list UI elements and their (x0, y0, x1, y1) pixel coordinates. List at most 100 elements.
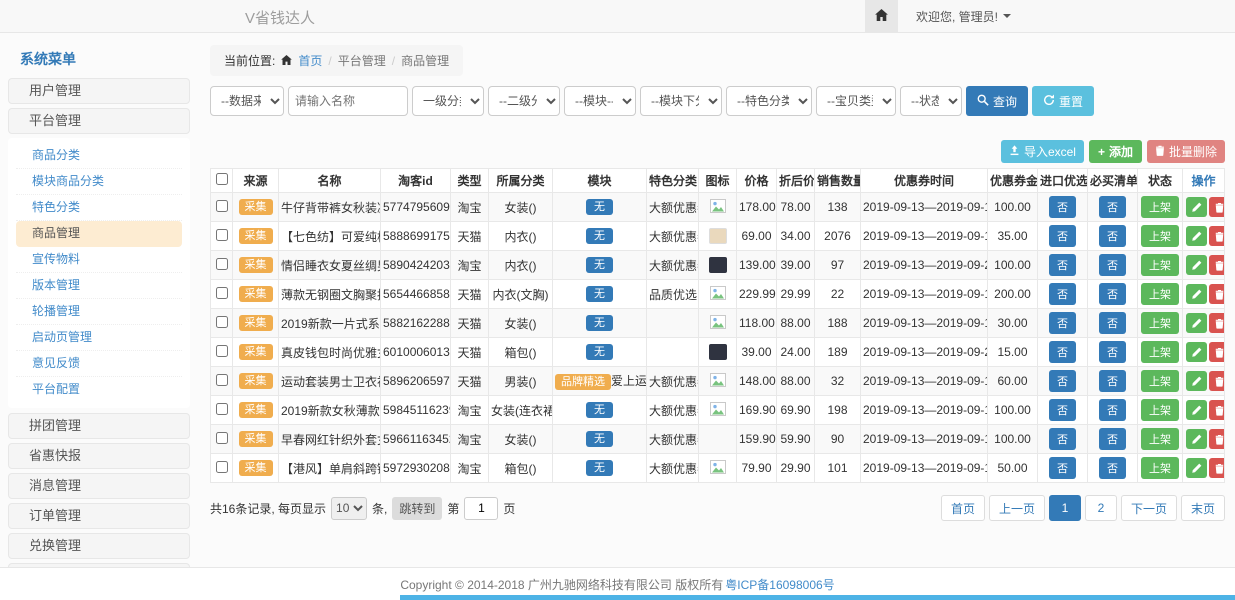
filter-category-1-select[interactable]: 一级分类 (412, 86, 484, 116)
row-checkbox[interactable] (216, 461, 228, 473)
import-select-toggle[interactable]: 否 (1049, 399, 1076, 421)
filter-module-select[interactable]: --模块-- (564, 86, 636, 116)
filter-feature-select[interactable]: --特色分类-- (726, 86, 812, 116)
import-select-toggle[interactable]: 否 (1049, 428, 1076, 450)
page-button-4[interactable]: 下一页 (1121, 495, 1177, 521)
delete-button[interactable] (1209, 226, 1225, 246)
status-button[interactable]: 上架 (1141, 283, 1179, 305)
must-buy-toggle[interactable]: 否 (1099, 196, 1126, 218)
sidebar-item-3[interactable]: 模块商品分类 (16, 169, 182, 195)
jump-page-input[interactable] (464, 497, 498, 520)
row-checkbox[interactable] (216, 200, 228, 212)
delete-button[interactable] (1209, 313, 1225, 333)
must-buy-toggle[interactable]: 否 (1099, 225, 1126, 247)
edit-button[interactable] (1186, 371, 1207, 391)
page-button-1[interactable]: 上一页 (989, 495, 1045, 521)
import-select-toggle[interactable]: 否 (1049, 312, 1076, 334)
edit-button[interactable] (1186, 284, 1207, 304)
row-checkbox[interactable] (216, 345, 228, 357)
must-buy-toggle[interactable]: 否 (1099, 370, 1126, 392)
sidebar-item-5[interactable]: 商品管理 (16, 221, 182, 247)
import-select-toggle[interactable]: 否 (1049, 341, 1076, 363)
page-size-select[interactable]: 10 (331, 497, 367, 520)
import-select-toggle[interactable]: 否 (1049, 196, 1076, 218)
status-button[interactable]: 上架 (1141, 225, 1179, 247)
page-button-5[interactable]: 末页 (1181, 495, 1225, 521)
edit-button[interactable] (1186, 226, 1207, 246)
sidebar-item-7[interactable]: 版本管理 (16, 273, 182, 299)
select-all-checkbox[interactable] (216, 173, 228, 185)
sidebar-item-8[interactable]: 轮播管理 (16, 299, 182, 325)
row-checkbox[interactable] (216, 403, 228, 415)
filter-item-type-select[interactable]: --宝贝类型-- (816, 86, 896, 116)
sidebar-item-6[interactable]: 宣传物料 (16, 247, 182, 273)
status-button[interactable]: 上架 (1141, 312, 1179, 334)
sidebar-item-10[interactable]: 意见反馈 (16, 351, 182, 377)
filter-status-select[interactable]: --状态-- (900, 86, 962, 116)
status-button[interactable]: 上架 (1141, 428, 1179, 450)
sidebar-group-16[interactable]: 兑换管理 (8, 533, 190, 559)
row-checkbox[interactable] (216, 258, 228, 270)
filter-data-source-select[interactable]: --数据来源-- (210, 86, 284, 116)
must-buy-toggle[interactable]: 否 (1099, 399, 1126, 421)
home-button[interactable] (865, 0, 898, 32)
user-menu[interactable]: 欢迎您, 管理员! (916, 8, 1011, 25)
edit-button[interactable] (1186, 342, 1207, 362)
row-checkbox[interactable] (216, 432, 228, 444)
batch-delete-button[interactable]: 批量删除 (1147, 140, 1225, 163)
sidebar-group-1[interactable]: 平台管理 (8, 108, 190, 134)
search-button[interactable]: 查询 (966, 86, 1028, 116)
sidebar-group-14[interactable]: 消息管理 (8, 473, 190, 499)
delete-button[interactable] (1209, 371, 1225, 391)
delete-button[interactable] (1209, 458, 1225, 478)
must-buy-toggle[interactable]: 否 (1099, 457, 1126, 479)
import-select-toggle[interactable]: 否 (1049, 283, 1076, 305)
icp-link[interactable]: 粤ICP备16098006号 (725, 576, 834, 593)
status-button[interactable]: 上架 (1141, 457, 1179, 479)
add-button[interactable]: + 添加 (1089, 140, 1142, 163)
row-checkbox[interactable] (216, 374, 228, 386)
import-excel-button[interactable]: 导入excel (1001, 140, 1084, 163)
edit-button[interactable] (1186, 429, 1207, 449)
sidebar-item-4[interactable]: 特色分类 (16, 195, 182, 221)
delete-button[interactable] (1209, 197, 1225, 217)
status-button[interactable]: 上架 (1141, 196, 1179, 218)
page-button-2[interactable]: 1 (1049, 495, 1081, 521)
sidebar-group-15[interactable]: 订单管理 (8, 503, 190, 529)
import-select-toggle[interactable]: 否 (1049, 370, 1076, 392)
sidebar-item-2[interactable]: 商品分类 (16, 143, 182, 169)
delete-button[interactable] (1209, 255, 1225, 275)
breadcrumb-home-link[interactable]: 首页 (298, 52, 322, 69)
page-button-0[interactable]: 首页 (941, 495, 985, 521)
must-buy-toggle[interactable]: 否 (1099, 341, 1126, 363)
row-checkbox[interactable] (216, 229, 228, 241)
must-buy-toggle[interactable]: 否 (1099, 283, 1126, 305)
status-button[interactable]: 上架 (1141, 254, 1179, 276)
delete-button[interactable] (1209, 400, 1225, 420)
status-button[interactable]: 上架 (1141, 341, 1179, 363)
edit-button[interactable] (1186, 400, 1207, 420)
jump-button[interactable]: 跳转到 (392, 497, 442, 520)
status-button[interactable]: 上架 (1141, 399, 1179, 421)
import-select-toggle[interactable]: 否 (1049, 457, 1076, 479)
delete-button[interactable] (1209, 429, 1225, 449)
delete-button[interactable] (1209, 284, 1225, 304)
row-checkbox[interactable] (216, 287, 228, 299)
sidebar-item-9[interactable]: 启动页管理 (16, 325, 182, 351)
edit-button[interactable] (1186, 255, 1207, 275)
must-buy-toggle[interactable]: 否 (1099, 428, 1126, 450)
sidebar-group-13[interactable]: 省惠快报 (8, 443, 190, 469)
filter-name-input[interactable] (288, 86, 408, 116)
import-select-toggle[interactable]: 否 (1049, 254, 1076, 276)
sidebar-item-11[interactable]: 平台配置 (16, 377, 182, 403)
reset-button[interactable]: 重置 (1032, 86, 1094, 116)
sidebar-group-12[interactable]: 拼团管理 (8, 413, 190, 439)
row-checkbox[interactable] (216, 316, 228, 328)
filter-module-sub-select[interactable]: --模块下分类-- (640, 86, 722, 116)
edit-button[interactable] (1186, 197, 1207, 217)
delete-button[interactable] (1209, 342, 1225, 362)
edit-button[interactable] (1186, 313, 1207, 333)
sidebar-group-0[interactable]: 用户管理 (8, 78, 190, 104)
import-select-toggle[interactable]: 否 (1049, 225, 1076, 247)
must-buy-toggle[interactable]: 否 (1099, 312, 1126, 334)
